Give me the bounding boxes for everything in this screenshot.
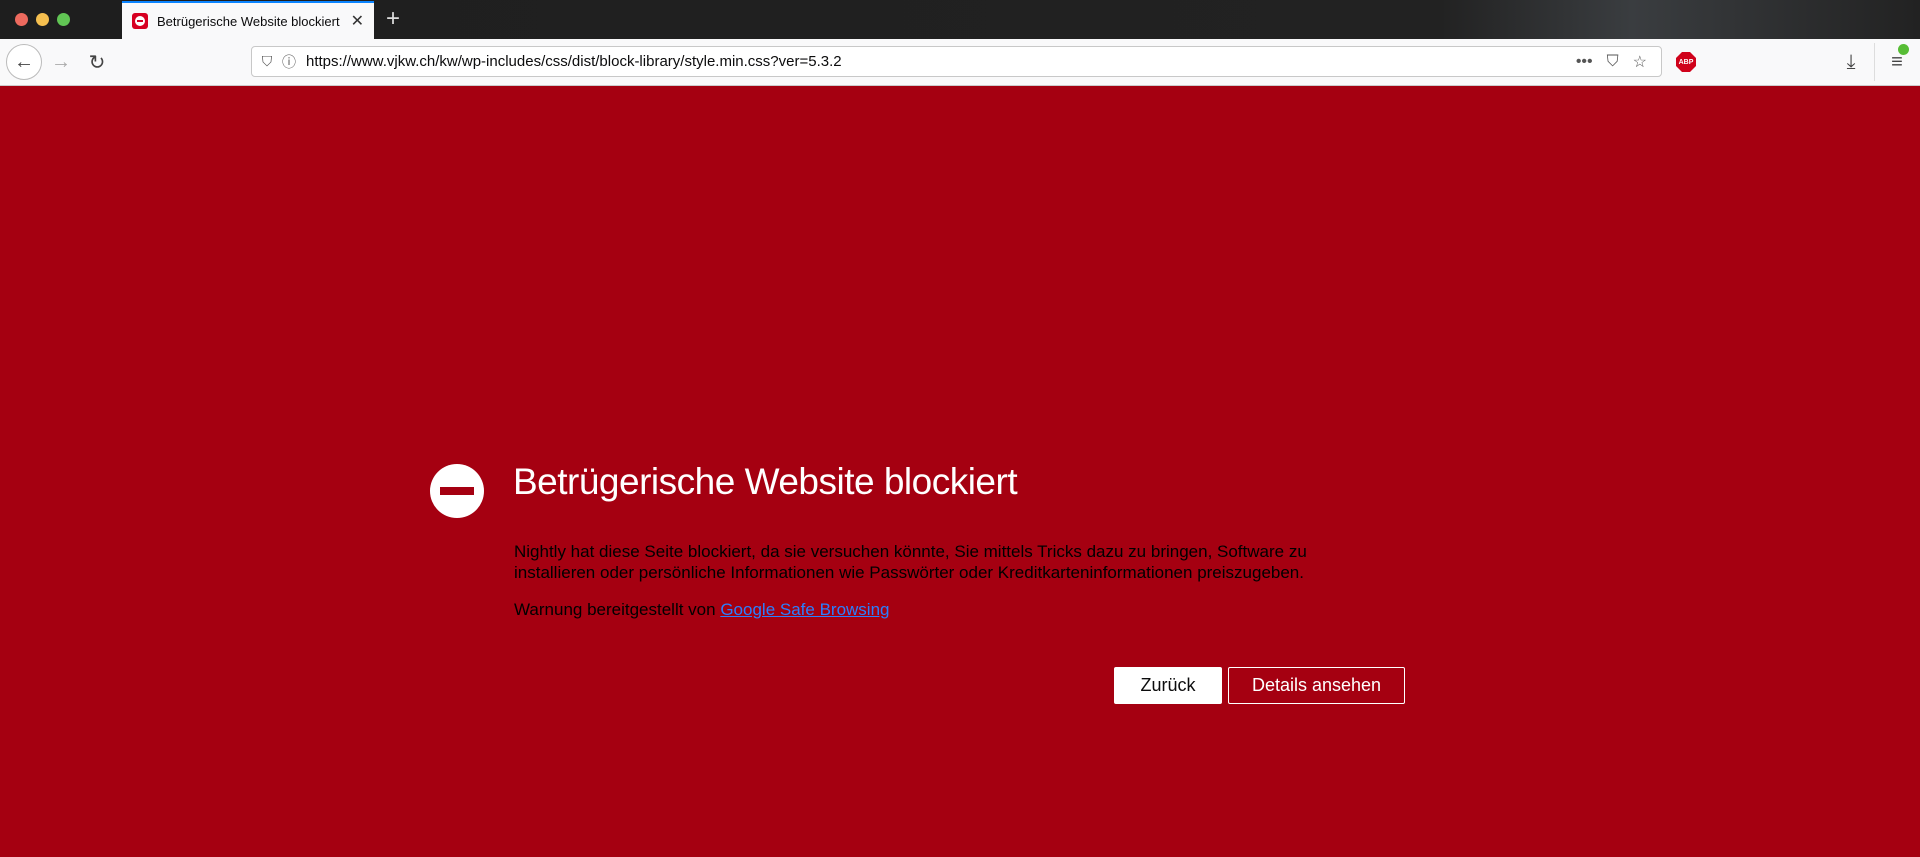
url-text[interactable]: https://www.vjkw.ch/kw/wp-includes/css/d… [300,53,1576,70]
url-bar[interactable]: ⛉ ⓘ https://www.vjkw.ch/kw/wp-includes/c… [251,46,1662,77]
tab-close-icon[interactable]: ✕ [351,11,364,31]
minimize-window-button[interactable] [36,13,49,26]
new-tab-button[interactable]: + [386,5,400,33]
shield-icon[interactable]: ⛉ [256,53,278,70]
google-safe-browsing-link[interactable]: Google Safe Browsing [720,600,889,619]
tab-bar: Betrügerische Website blockiert ✕ + [0,0,1920,39]
toolbar-divider [1874,43,1875,81]
error-description: Nightly hat diese Seite blockiert, da si… [514,542,1307,582]
tab-title: Betrügerische Website blockiert [157,13,340,29]
forward-button[interactable]: → [46,47,76,77]
page-actions-icon[interactable]: ••• [1576,53,1593,71]
close-window-button[interactable] [15,13,28,26]
nav-toolbar: ← → ↻ ⛉ ⓘ https://www.vjkw.ch/kw/wp-incl… [0,39,1920,86]
details-button[interactable]: Details ansehen [1228,667,1405,704]
warning-source: Warnung bereitgestellt von Google Safe B… [514,600,889,620]
tab-active[interactable]: Betrügerische Website blockiert ✕ [122,1,374,39]
reload-button[interactable]: ↻ [82,47,112,77]
download-icon[interactable]: ⤓ [1836,47,1866,77]
adblock-plus-icon[interactable]: ABP [1676,52,1696,72]
blocked-favicon-icon [132,13,148,29]
back-button-page[interactable]: Zurück [1114,667,1222,704]
warning-prefix: Warnung bereitgestellt von [514,600,721,619]
pocket-icon[interactable]: ⛉ [1607,53,1619,71]
maximize-window-button[interactable] [57,13,70,26]
back-button[interactable]: ← [6,44,42,80]
info-icon[interactable]: ⓘ [278,52,300,72]
update-badge-icon [1898,44,1909,55]
blocked-icon [430,464,484,518]
bookmark-star-icon[interactable]: ☆ [1633,52,1647,72]
page-title: Betrügerische Website blockiert [513,461,1018,502]
